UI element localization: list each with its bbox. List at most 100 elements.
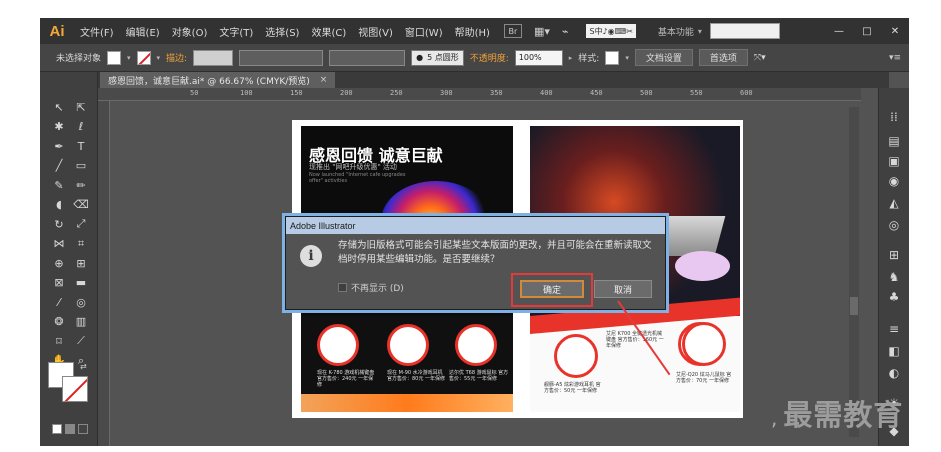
selection-tool-icon[interactable]: ↖ <box>49 98 69 117</box>
maximize-button[interactable]: □ <box>853 18 881 44</box>
color-panel-icon[interactable]: ◉ <box>884 172 904 190</box>
ime-toolbar[interactable]: S中♪◉⌨✂ <box>586 24 636 38</box>
opacity-label[interactable]: 不透明度: <box>470 51 509 64</box>
chevron-down-icon[interactable]: ▾ <box>157 54 161 62</box>
dont-show-again-option[interactable]: 不再显示 (D) <box>338 281 404 294</box>
brush-select[interactable]: ● 5 点圆形 <box>411 49 464 66</box>
brushes-panel-icon[interactable]: ♞ <box>884 268 904 286</box>
menu-file[interactable]: 文件(F) <box>74 24 120 39</box>
panel-menu-icon[interactable]: ▾≡ <box>889 53 901 63</box>
chevron-right-icon[interactable]: ▸ <box>569 54 573 62</box>
width-tool-icon[interactable]: ⋈ <box>49 235 69 254</box>
swap-colors-icon[interactable]: ⇄ <box>80 362 87 371</box>
mouse-image <box>682 322 726 366</box>
direct-selection-tool-icon[interactable]: ⇱ <box>71 98 91 117</box>
opacity-input[interactable]: 100% <box>514 49 563 66</box>
menu-select[interactable]: 选择(S) <box>259 24 305 39</box>
fill-swatch[interactable] <box>107 50 122 65</box>
ruler-number: 250 <box>390 89 403 97</box>
gradient-tool-icon[interactable]: ▬ <box>71 274 91 293</box>
horizontal-ruler: 50 100 150 200 250 300 350 400 450 500 550 600 <box>98 88 861 101</box>
slice-tool-icon[interactable]: ⟋ <box>71 332 91 351</box>
document-tab[interactable]: 感恩回馈，诚意巨献.ai* @ 66.67% (CMYK/预览) × <box>100 72 336 88</box>
stroke-panel-icon[interactable]: ≡ <box>884 320 904 338</box>
headphone-image <box>387 324 429 366</box>
minimize-button[interactable]: — <box>825 18 853 44</box>
color-mode-button[interactable] <box>52 424 62 434</box>
symbols-panel-icon[interactable]: ♣ <box>884 288 904 306</box>
menu-effect[interactable]: 效果(C) <box>305 24 352 39</box>
perspective-grid-tool-icon[interactable]: ⊞ <box>71 254 91 273</box>
lasso-tool-icon[interactable]: ℓ <box>71 118 91 137</box>
ruler-number: 350 <box>490 89 503 97</box>
pencil-tool-icon[interactable]: ✏ <box>71 176 91 195</box>
vertical-scrollbar[interactable] <box>849 107 859 437</box>
mesh-tool-icon[interactable]: ⊠ <box>49 274 69 293</box>
dont-show-again-checkbox[interactable] <box>338 283 347 292</box>
brush-value: 5 点圆形 <box>427 53 459 62</box>
document-setup-button[interactable]: 文档设置 <box>634 49 693 66</box>
chevron-down-icon[interactable]: ▾ <box>625 54 629 62</box>
eraser-tool-icon[interactable]: ⌫ <box>71 196 91 215</box>
gpu-icon[interactable]: ⌁ <box>562 25 569 38</box>
blend-tool-icon[interactable]: ◎ <box>71 293 91 312</box>
symbol-sprayer-tool-icon[interactable]: ❂ <box>49 313 69 332</box>
paintbrush-tool-icon[interactable]: ✎ <box>49 176 69 195</box>
menu-type[interactable]: 文字(T) <box>213 24 259 39</box>
ruler-number: 100 <box>240 89 253 97</box>
document-tab-bar: 感恩回馈，诚意巨献.ai* @ 66.67% (CMYK/预览) × <box>98 72 889 88</box>
pen-tool-icon[interactable]: ✒ <box>49 137 69 156</box>
vertical-ruler <box>98 101 110 446</box>
column-graph-tool-icon[interactable]: ▥ <box>71 313 91 332</box>
align-panel-icon[interactable]: ⁞⁞ <box>884 108 904 126</box>
rotate-tool-icon[interactable]: ↻ <box>49 215 69 234</box>
stroke-weight-field[interactable] <box>193 49 234 66</box>
menu-view[interactable]: 视图(V) <box>352 24 399 39</box>
layers-panel-icon[interactable]: ▤ <box>884 132 904 150</box>
rectangle-tool-icon[interactable]: ▭ <box>71 157 91 176</box>
cancel-button[interactable]: 取消 <box>594 280 652 298</box>
blob-brush-tool-icon[interactable]: ◖ <box>49 196 69 215</box>
shape-builder-tool-icon[interactable]: ⊕ <box>49 254 69 273</box>
close-button[interactable]: ✕ <box>881 18 909 44</box>
preferences-button[interactable]: 首选项 <box>698 49 748 66</box>
bridge-button[interactable]: Br <box>503 24 522 38</box>
ruler-number: 150 <box>290 89 303 97</box>
chevron-down-icon[interactable]: ▾ <box>127 54 131 62</box>
line-tool-icon[interactable]: ╱ <box>49 157 69 176</box>
close-icon[interactable]: × <box>320 75 328 85</box>
eyedropper-tool-icon[interactable]: ⁄ <box>49 293 69 312</box>
search-input[interactable] <box>709 23 780 39</box>
menu-window[interactable]: 窗口(W) <box>399 24 449 39</box>
transform-icon[interactable]: ⤧▾ <box>754 53 766 63</box>
stroke-swatch[interactable] <box>136 50 151 65</box>
stroke-label[interactable]: 描边: <box>166 51 187 64</box>
product-text: 艾尼 K700 全键透光机械键盘 官方售价：160元 一年保修 <box>606 331 664 349</box>
transform-panel-icon[interactable]: ▣ <box>884 152 904 170</box>
free-transform-tool-icon[interactable]: ⌗ <box>71 235 91 254</box>
appearance-panel-icon[interactable]: ◎ <box>884 216 904 234</box>
none-mode-button[interactable] <box>78 424 88 434</box>
gradient-panel-icon[interactable]: ◭ <box>884 194 904 212</box>
menu-object[interactable]: 对象(O) <box>166 24 214 39</box>
brush-dot-icon: ● <box>416 53 424 62</box>
ok-button[interactable]: 确定 <box>520 280 584 298</box>
magic-wand-tool-icon[interactable]: ✱ <box>49 118 69 137</box>
menu-help[interactable]: 帮助(H) <box>449 24 496 39</box>
style-swatch[interactable] <box>605 50 620 65</box>
type-tool-icon[interactable]: T <box>71 137 91 156</box>
variable-width-field[interactable] <box>239 49 324 66</box>
stroke-color-box[interactable] <box>62 376 88 402</box>
menu-edit[interactable]: 编辑(E) <box>120 24 166 39</box>
workspace-switcher[interactable]: 基本功能 <box>658 25 694 38</box>
brush-definition-field[interactable] <box>329 49 406 66</box>
transparency-panel-icon[interactable]: ◧ <box>884 342 904 360</box>
arrange-documents-icon[interactable]: ▦▾ <box>534 25 550 38</box>
swatches-panel-icon[interactable]: ⊞ <box>884 246 904 264</box>
gradient-mode-button[interactable] <box>65 424 75 434</box>
artboard-tool-icon[interactable]: ⌑ <box>49 332 69 351</box>
graphic-styles-panel-icon[interactable]: ◐ <box>884 364 904 382</box>
scale-tool-icon[interactable]: ⤢ <box>71 215 91 234</box>
chevron-down-icon[interactable]: ▾ <box>698 27 702 36</box>
scrollbar-thumb[interactable] <box>850 297 858 315</box>
